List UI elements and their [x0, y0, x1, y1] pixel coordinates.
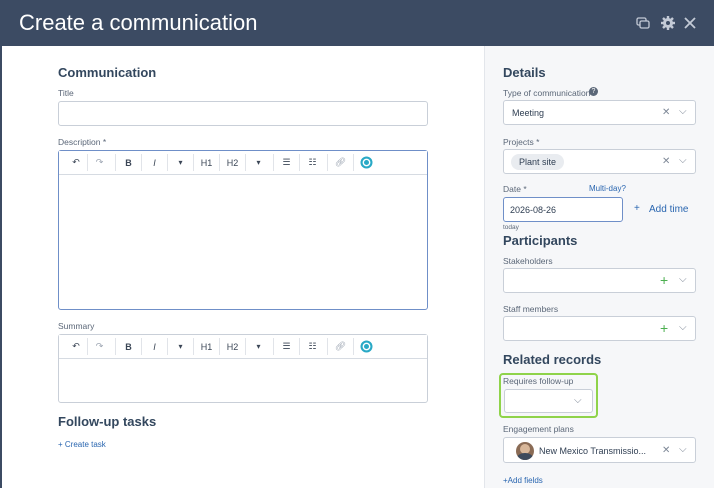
italic-button[interactable]: I: [141, 338, 167, 355]
heading2-button[interactable]: H2: [219, 154, 245, 171]
add-stakeholder-plus-icon[interactable]: +: [660, 272, 668, 288]
description-editor[interactable]: ↶ ↷ B I ▾ H1 H2 ▾ ☰ ☷ 🔗︎: [58, 150, 428, 310]
avatar: [516, 442, 534, 460]
staff-select[interactable]: + ⌵: [503, 316, 696, 341]
staff-label: Staff members: [503, 304, 559, 314]
bullet-list-icon[interactable]: ☰: [273, 154, 299, 171]
numbered-list-icon[interactable]: ☷: [299, 338, 325, 355]
page-title: Create a communication: [19, 10, 258, 35]
followup-heading: Follow-up tasks: [58, 414, 157, 429]
participants-heading: Participants: [503, 233, 578, 248]
link-icon[interactable]: 🔗︎: [327, 154, 353, 171]
communication-heading: Communication: [58, 65, 157, 80]
chevron-down-icon[interactable]: ⌵: [574, 395, 582, 406]
project-chip[interactable]: Plant site: [511, 154, 565, 170]
description-toolbar: ↶ ↷ B I ▾ H1 H2 ▾ ☰ ☷ 🔗︎: [59, 151, 427, 175]
type-label: Type of communication: [503, 88, 591, 98]
link-icon[interactable]: 🔗︎: [327, 338, 353, 355]
engagement-label: Engagement plans: [503, 424, 574, 434]
multiday-link[interactable]: Multi-day?: [589, 184, 626, 193]
add-staff-plus-icon[interactable]: +: [660, 320, 668, 336]
undo-icon[interactable]: ↶: [65, 154, 87, 171]
chevron-down-icon[interactable]: ⌵: [679, 322, 687, 333]
projects-select[interactable]: Plant site ✕ ⌵: [503, 149, 696, 174]
more-format-chevron-icon[interactable]: ▾: [167, 154, 193, 171]
bold-button[interactable]: B: [115, 154, 141, 171]
summary-label: Summary: [58, 321, 95, 331]
chevron-down-icon[interactable]: ⌵: [679, 106, 687, 117]
today-hint: today: [503, 224, 519, 231]
assistant-icon[interactable]: [353, 154, 379, 171]
more-format-chevron-icon[interactable]: ▾: [167, 338, 193, 355]
numbered-list-icon[interactable]: ☷: [299, 154, 325, 171]
chat-icon[interactable]: [634, 14, 652, 32]
description-label: Description *: [58, 137, 107, 147]
undo-icon[interactable]: ↶: [65, 338, 87, 355]
left-edge: [0, 46, 2, 488]
create-task-link[interactable]: + Create task: [58, 440, 106, 449]
chevron-down-icon[interactable]: ⌵: [679, 444, 687, 455]
help-icon[interactable]: ?: [589, 87, 598, 96]
date-label: Date *: [503, 184, 527, 194]
summary-editor[interactable]: ↶ ↷ B I ▾ H1 H2 ▾ ☰ ☷ 🔗︎: [58, 334, 428, 403]
requires-followup-select[interactable]: ⌵: [504, 389, 593, 413]
bullet-list-icon[interactable]: ☰: [273, 338, 299, 355]
stakeholders-label: Stakeholders: [503, 256, 553, 266]
add-time-button[interactable]: Add time: [649, 204, 688, 215]
gear-icon[interactable]: [659, 14, 677, 32]
date-input[interactable]: 2026-08-26: [503, 197, 623, 222]
italic-button[interactable]: I: [141, 154, 167, 171]
chevron-down-icon[interactable]: ⌵: [679, 155, 687, 166]
redo-icon[interactable]: ↷: [87, 338, 111, 355]
close-icon[interactable]: [681, 14, 699, 32]
redo-icon[interactable]: ↷: [87, 154, 111, 171]
add-time-plus-icon[interactable]: +: [634, 203, 640, 214]
projects-label: Projects *: [503, 137, 540, 147]
date-value: 2026-08-26: [510, 205, 557, 215]
chevron-down-icon[interactable]: ⌵: [679, 274, 687, 285]
heading1-button[interactable]: H1: [193, 338, 219, 355]
stakeholders-select[interactable]: + ⌵: [503, 268, 696, 293]
heading-chevron-icon[interactable]: ▾: [245, 338, 271, 355]
engagement-value: New Mexico Transmissio...: [539, 446, 647, 456]
type-select[interactable]: Meeting ✕ ⌵: [503, 100, 696, 125]
summary-toolbar: ↶ ↷ B I ▾ H1 H2 ▾ ☰ ☷ 🔗︎: [59, 335, 427, 359]
requires-followup-label: Requires follow-up: [503, 376, 574, 386]
add-fields-link[interactable]: +Add fields: [503, 476, 543, 485]
clear-icon[interactable]: ✕: [662, 156, 670, 167]
dialog-header: Create a communication: [0, 0, 714, 46]
heading2-button[interactable]: H2: [219, 338, 245, 355]
type-value: Meeting: [512, 108, 545, 118]
details-heading: Details: [503, 65, 546, 80]
bold-button[interactable]: B: [115, 338, 141, 355]
clear-icon[interactable]: ✕: [662, 107, 670, 118]
assistant-icon[interactable]: [353, 338, 379, 355]
clear-icon[interactable]: ✕: [662, 445, 670, 456]
heading1-button[interactable]: H1: [193, 154, 219, 171]
title-label: Title: [58, 88, 74, 98]
heading-chevron-icon[interactable]: ▾: [245, 154, 271, 171]
engagement-select[interactable]: New Mexico Transmissio... ✕ ⌵: [503, 437, 696, 463]
title-input[interactable]: [58, 101, 428, 126]
related-records-heading: Related records: [503, 352, 602, 367]
